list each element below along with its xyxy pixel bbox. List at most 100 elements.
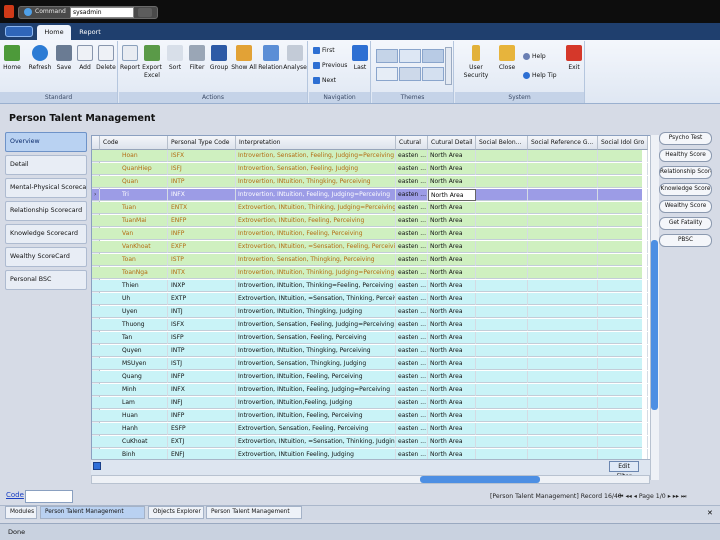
- table-cell[interactable]: North Area: [428, 241, 476, 253]
- table-cell[interactable]: Hoan: [100, 150, 168, 162]
- table-cell[interactable]: [528, 410, 598, 422]
- table-cell[interactable]: [476, 397, 528, 409]
- nav-knowledge-scorecard[interactable]: Knowledge Scorecard: [5, 224, 87, 244]
- home-button[interactable]: Home: [3, 45, 21, 72]
- table-cell[interactable]: North Area: [428, 267, 476, 279]
- table-cell[interactable]: [598, 345, 648, 357]
- table-row[interactable]: TuanMai ENFP Extrovertion, INtuition, Feel…: [92, 215, 648, 227]
- table-cell[interactable]: Uyen: [100, 306, 168, 318]
- tab-report[interactable]: Report: [75, 25, 105, 40]
- column-header-interpretation[interactable]: Interpretation: [236, 136, 396, 150]
- nav-personal-bsc[interactable]: Personal BSC: [5, 270, 87, 290]
- table-cell[interactable]: ENFP: [168, 215, 236, 227]
- table-cell[interactable]: [528, 254, 598, 266]
- table-cell[interactable]: North Area: [428, 293, 476, 305]
- table-cell[interactable]: easten ...: [396, 228, 428, 240]
- table-cell[interactable]: INXP: [168, 280, 236, 292]
- table-cell[interactable]: [598, 332, 648, 344]
- table-cell[interactable]: [598, 371, 648, 383]
- table-row[interactable]: Toan ISTP Introvertion, Sensation, Thingki…: [92, 254, 648, 266]
- add-button[interactable]: Add: [77, 45, 93, 72]
- table-row[interactable]: Uyen INTJ Introvertion, INtuition, Thingki…: [92, 306, 648, 318]
- app-menu-button[interactable]: [5, 26, 33, 37]
- code-link[interactable]: Code: [6, 491, 24, 499]
- table-cell[interactable]: North Area: [428, 202, 476, 214]
- table-cell[interactable]: Thuong: [100, 319, 168, 331]
- table-cell[interactable]: [598, 397, 648, 409]
- table-cell[interactable]: [528, 358, 598, 370]
- table-cell[interactable]: [528, 306, 598, 318]
- table-cell[interactable]: [476, 358, 528, 370]
- table-cell[interactable]: [476, 384, 528, 396]
- table-row[interactable]: Quyen INTP Introvertion, INtuition, Thingk…: [92, 345, 648, 357]
- table-cell[interactable]: [476, 293, 528, 305]
- column-header-social-reference[interactable]: Social Reference G...: [528, 136, 598, 150]
- table-cell[interactable]: Extrovertion, INtuition, =Sensation, Thi…: [236, 293, 396, 305]
- nav-overview[interactable]: Overview: [5, 132, 87, 152]
- bottom-tab-objects-explorer[interactable]: Objects Explorer: [148, 506, 204, 519]
- table-cell[interactable]: easten ...: [396, 254, 428, 266]
- table-row[interactable]: CuKhoat EXTJ Extrovertion, INtuition, =Sen…: [92, 436, 648, 448]
- table-cell[interactable]: EXTJ: [168, 436, 236, 448]
- table-cell[interactable]: Introvertion, INtuition, Thingking, Perc…: [236, 176, 396, 188]
- table-cell[interactable]: Introvertion, Sensation, Feeling, Judgin…: [236, 163, 396, 175]
- table-cell[interactable]: ESFP: [168, 423, 236, 435]
- table-cell[interactable]: easten ...: [396, 319, 428, 331]
- table-cell[interactable]: [528, 163, 598, 175]
- code-input[interactable]: [25, 490, 73, 503]
- table-cell[interactable]: [528, 150, 598, 162]
- table-cell[interactable]: easten ...: [396, 371, 428, 383]
- table-row[interactable]: Huan INFP Introvertion, INtuition, Feeling…: [92, 410, 648, 422]
- user-security-button[interactable]: User Security: [456, 45, 496, 80]
- table-cell[interactable]: ENTX: [168, 202, 236, 214]
- help-tip-button[interactable]: Help Tip: [523, 72, 557, 79]
- table-cell[interactable]: QuanHiep: [100, 163, 168, 175]
- nav-relationship-scorecard[interactable]: Relationship Scorecard: [5, 201, 87, 221]
- table-cell[interactable]: North Area: [428, 228, 476, 240]
- table-cell[interactable]: [598, 150, 648, 162]
- table-cell[interactable]: North Area: [428, 410, 476, 422]
- wealthy-score-button[interactable]: Wealthy Score: [659, 200, 712, 213]
- close-tab-icon[interactable]: ✕: [707, 509, 713, 517]
- table-cell[interactable]: [476, 176, 528, 188]
- help-button[interactable]: Help: [523, 53, 546, 60]
- pbsc-button[interactable]: PBSC: [659, 234, 712, 247]
- edit-filter-button[interactable]: Edit Filter: [609, 461, 639, 480]
- table-cell[interactable]: Introvertion, INtuition, Feeling, Judgin…: [236, 189, 396, 201]
- table-cell[interactable]: Quan: [100, 176, 168, 188]
- table-cell[interactable]: [598, 163, 648, 175]
- theme-swatch[interactable]: [399, 67, 421, 81]
- nav-detail[interactable]: Detail: [5, 155, 87, 175]
- table-cell[interactable]: [476, 228, 528, 240]
- table-cell[interactable]: [598, 319, 648, 331]
- next-page-icon[interactable]: ▸▸: [673, 493, 679, 500]
- table-cell[interactable]: North Area: [428, 436, 476, 448]
- table-cell[interactable]: North Area: [428, 176, 476, 188]
- table-cell[interactable]: Extrovertion, INtuition, =Sensation, Thi…: [236, 436, 396, 448]
- table-cell[interactable]: Introvertion, Sensation, Feeling, Judgin…: [236, 150, 396, 162]
- relationship-score-button[interactable]: Relationship Score: [659, 166, 712, 179]
- table-cell[interactable]: North Area: [428, 423, 476, 435]
- table-cell[interactable]: [528, 319, 598, 331]
- table-cell[interactable]: North Area: [428, 306, 476, 318]
- table-cell[interactable]: [528, 215, 598, 227]
- table-cell[interactable]: Introvertion, INtuition, Feeling, Percei…: [236, 410, 396, 422]
- table-cell[interactable]: INFJ: [168, 397, 236, 409]
- table-cell[interactable]: [476, 319, 528, 331]
- table-cell[interactable]: easten ...: [396, 397, 428, 409]
- report-button[interactable]: Report: [120, 45, 140, 72]
- table-row[interactable]: Van INFP Introvertion, INtuition, Feeling,…: [92, 228, 648, 240]
- table-cell[interactable]: [528, 241, 598, 253]
- table-cell[interactable]: Lam: [100, 397, 168, 409]
- table-cell[interactable]: ISFX: [168, 150, 236, 162]
- table-cell[interactable]: Introvertion, INtuition, Feeling, Percei…: [236, 228, 396, 240]
- table-cell[interactable]: [528, 345, 598, 357]
- table-cell[interactable]: INFP: [168, 410, 236, 422]
- horizontal-scroll-thumb[interactable]: [420, 476, 540, 483]
- table-cell[interactable]: North Area: [428, 319, 476, 331]
- table-cell[interactable]: Huan: [100, 410, 168, 422]
- table-row[interactable]: MSUyen ISTJ Introvertion, Sensation, Thing…: [92, 358, 648, 370]
- column-header-cutural[interactable]: Cutural: [396, 136, 428, 150]
- table-cell[interactable]: Thien: [100, 280, 168, 292]
- table-cell[interactable]: Introvertion, Sensation, Thingking, Judg…: [236, 358, 396, 370]
